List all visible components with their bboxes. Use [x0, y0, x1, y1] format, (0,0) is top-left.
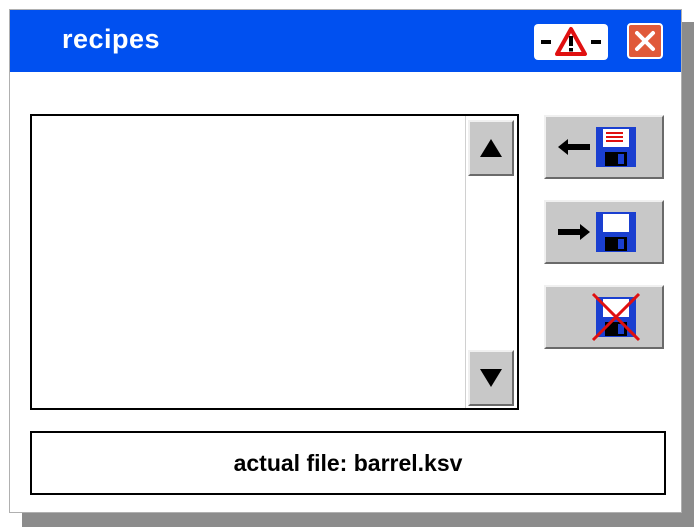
- status-box: actual file: barrel.ksv: [30, 431, 666, 495]
- window-title: recipes: [62, 24, 161, 54]
- list-scrollbar[interactable]: [465, 116, 517, 408]
- close-button[interactable]: [627, 23, 663, 59]
- save-to-disk-icon: [558, 212, 636, 252]
- scroll-up-button[interactable]: [468, 120, 514, 176]
- warning-triangle-icon: [541, 27, 601, 56]
- load-recipe-button[interactable]: [544, 115, 664, 179]
- save-recipe-button[interactable]: [544, 200, 664, 264]
- scroll-down-button[interactable]: [468, 350, 514, 406]
- close-icon: [635, 31, 655, 51]
- arrow-down-icon: [480, 369, 502, 387]
- actual-file-label: actual file: barrel.ksv: [233, 450, 463, 476]
- delete-recipe-button[interactable]: [544, 285, 664, 349]
- recipe-list[interactable]: [30, 114, 519, 410]
- arrow-up-icon: [480, 139, 502, 157]
- alarm-button[interactable]: [534, 24, 608, 60]
- load-from-disk-icon: [558, 127, 636, 167]
- delete-file-icon: [591, 292, 641, 342]
- recipes-dialog: recipes actual file: barrel.ksv: [9, 9, 682, 513]
- title-bar: recipes: [10, 10, 681, 72]
